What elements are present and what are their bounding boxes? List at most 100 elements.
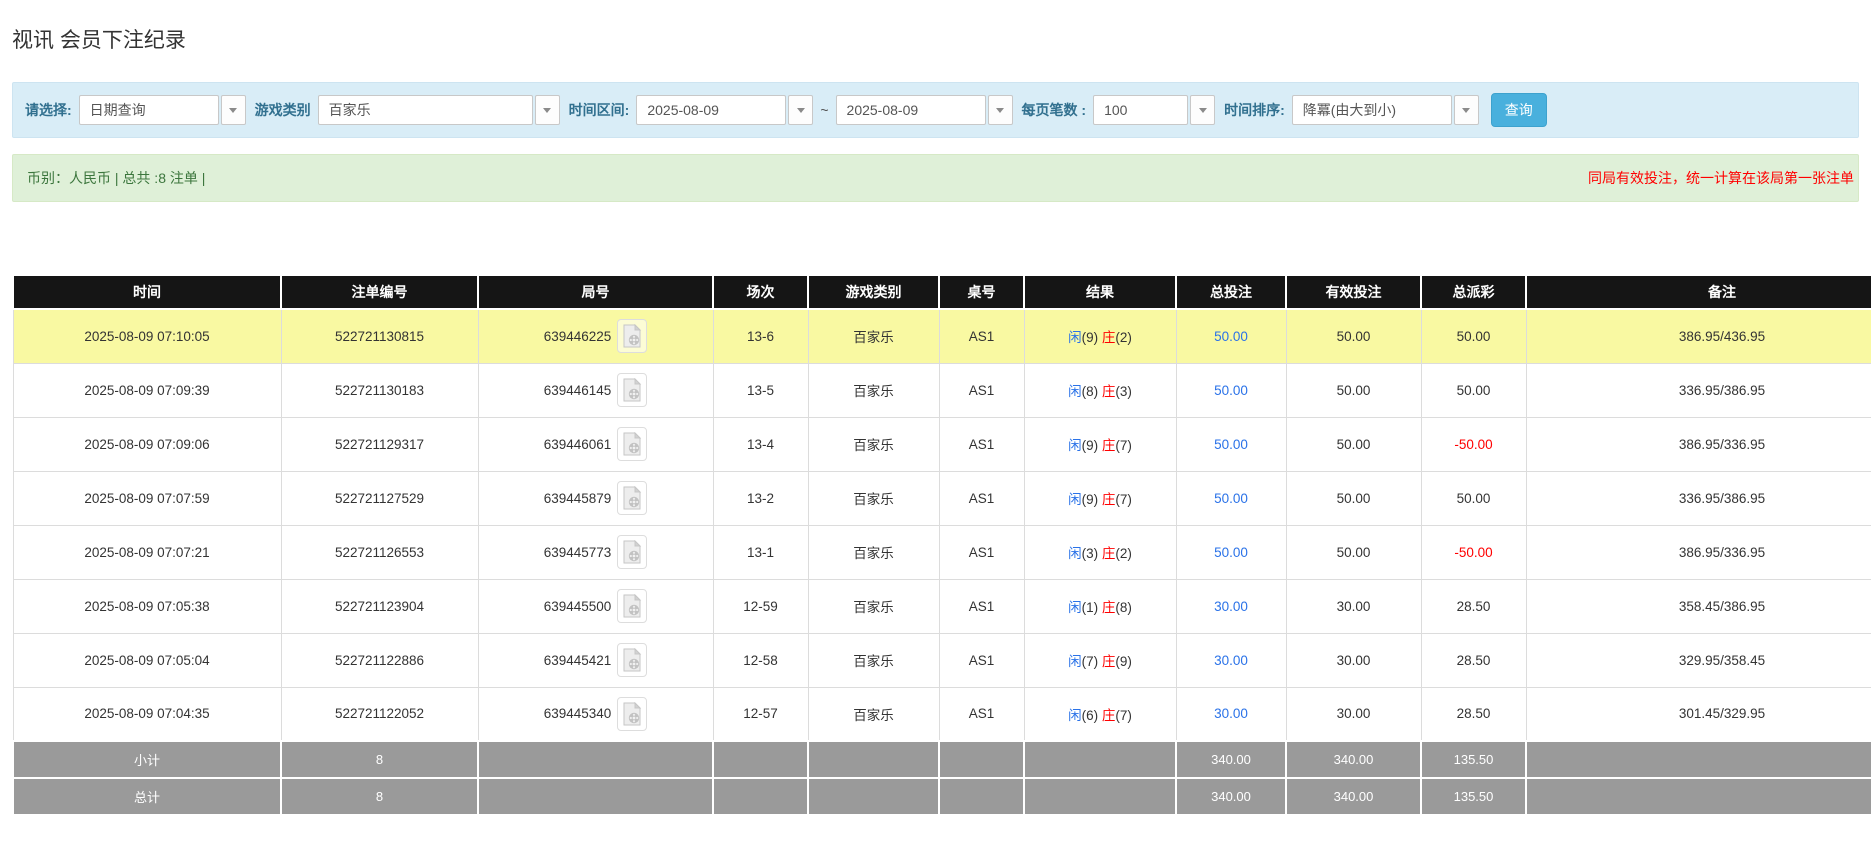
result-banker: 庄	[1101, 707, 1116, 723]
cell-table-no: AS1	[938, 362, 1025, 418]
date-from-select[interactable]: 2025-08-09	[636, 95, 814, 125]
cell-session: 13-4	[712, 416, 809, 472]
cell-result: 闲(3) 庄(2)	[1023, 524, 1177, 580]
cell-result: 闲(1) 庄(8)	[1023, 578, 1177, 634]
page-size-select[interactable]: 100	[1093, 95, 1216, 125]
total-bet-link[interactable]: 50.00	[1214, 329, 1248, 344]
page-size-value: 100	[1093, 95, 1189, 125]
cell-payout: -50.00	[1420, 524, 1527, 580]
date-range-label: 时间区间:	[568, 102, 630, 118]
cell-table-no: AS1	[938, 578, 1025, 634]
cell-session: 12-58	[712, 632, 809, 688]
result-player: 闲	[1068, 384, 1082, 399]
cell-payout: 50.00	[1420, 362, 1527, 418]
cell-total-bet[interactable]: 50.00	[1175, 362, 1287, 418]
cell-result: 闲(8) 庄(3)	[1023, 362, 1177, 418]
chevron-down-icon[interactable]	[1453, 95, 1479, 125]
cell-result: 闲(9) 庄(2)	[1023, 308, 1177, 364]
cell-total-bet[interactable]: 30.00	[1175, 632, 1287, 688]
cell-session: 13-6	[712, 308, 809, 364]
table-footer: 小计 8 340.00 340.00 135.50 总计 8 340.00 340.00 135.…	[12, 740, 1871, 816]
page-size-label: 每页笔数 :	[1021, 102, 1087, 118]
video-file-icon[interactable]	[617, 643, 648, 677]
date-to-select[interactable]: 2025-08-09	[835, 95, 1013, 125]
result-banker: 庄	[1101, 654, 1116, 669]
cell-time: 2025-08-09 07:09:06	[12, 416, 282, 472]
cell-round-id: 639445773	[477, 524, 714, 580]
video-file-icon[interactable]	[617, 535, 648, 569]
chevron-down-icon[interactable]	[788, 95, 814, 125]
query-type-value: 日期查询	[78, 95, 219, 125]
summary-total-bet: 340.00	[1175, 777, 1287, 816]
cell-remark: 386.95/436.95	[1525, 308, 1871, 364]
cell-result: 闲(9) 庄(7)	[1023, 470, 1177, 526]
column-header: 总投注	[1175, 274, 1287, 310]
cell-game-type: 百家乐	[807, 470, 940, 526]
cell-round-id: 639445421	[477, 632, 714, 688]
round-id: 639445879	[543, 490, 612, 506]
cell-time: 2025-08-09 07:09:39	[12, 362, 282, 418]
cell-round-id: 639446225	[477, 308, 714, 364]
cell-total-bet[interactable]: 30.00	[1175, 686, 1287, 742]
game-type-label: 游戏类别	[254, 102, 311, 118]
result-player: 闲	[1068, 546, 1082, 561]
summary-label: 小计	[12, 740, 282, 779]
time-sort-select[interactable]: 降冪(由大到小)	[1291, 95, 1479, 125]
total-bet-link[interactable]: 30.00	[1214, 599, 1248, 614]
video-file-icon[interactable]	[617, 319, 648, 354]
total-bet-link[interactable]: 50.00	[1214, 545, 1248, 560]
column-header: 桌号	[938, 274, 1025, 310]
filter-field-game-type: 游戏类别 百家乐	[255, 95, 560, 125]
cell-table-no: AS1	[938, 308, 1025, 364]
game-type-select[interactable]: 百家乐	[317, 95, 560, 125]
total-bet-link[interactable]: 30.00	[1214, 706, 1248, 721]
table-row: 2025-08-09 07:05:04 522721122886 639445421…	[12, 632, 1871, 688]
cell-valid-bet: 50.00	[1285, 362, 1422, 418]
chevron-down-icon[interactable]	[1190, 95, 1216, 125]
chevron-down-icon[interactable]	[220, 95, 246, 125]
cell-time: 2025-08-09 07:05:04	[12, 632, 282, 688]
filter-field-time-sort: 时间排序: 降冪(由大到小)	[1224, 95, 1479, 125]
time-sort-value: 降冪(由大到小)	[1291, 95, 1452, 125]
video-file-icon[interactable]	[617, 696, 648, 731]
cell-payout: 28.50	[1420, 578, 1527, 634]
cell-session: 13-1	[712, 524, 809, 580]
round-id: 639446061	[543, 436, 612, 452]
total-bet-link[interactable]: 50.00	[1214, 491, 1248, 506]
cell-session: 12-57	[712, 686, 809, 742]
cell-total-bet[interactable]: 30.00	[1175, 578, 1287, 634]
cell-bet-id: 522721122886	[280, 632, 479, 688]
summary-bar: 币别：人民币 | 总共 :8 注单 | 同局有效投注，统一计算在该局第一张注单	[12, 154, 1859, 202]
video-file-icon[interactable]	[617, 427, 648, 461]
game-type-value: 百家乐	[317, 95, 533, 125]
result-banker: 庄	[1101, 384, 1116, 399]
cell-bet-id: 522721123904	[280, 578, 479, 634]
total-bet-link[interactable]: 50.00	[1214, 437, 1248, 452]
summary-result	[1023, 740, 1177, 779]
cell-payout: 50.00	[1420, 308, 1527, 364]
video-file-icon[interactable]	[617, 481, 648, 515]
summary-game	[807, 740, 940, 779]
table-row: 2025-08-09 07:09:06 522721129317 639446061…	[12, 416, 1871, 472]
cell-remark: 386.95/336.95	[1525, 524, 1871, 580]
cell-bet-id: 522721129317	[280, 416, 479, 472]
video-file-icon[interactable]	[617, 589, 648, 623]
cell-round-id: 639445500	[477, 578, 714, 634]
search-button[interactable]: 查询	[1490, 93, 1547, 127]
cell-time: 2025-08-09 07:07:21	[12, 524, 282, 580]
filter-field-page-size: 每页笔数 : 100	[1022, 95, 1216, 125]
query-type-select[interactable]: 日期查询	[78, 95, 246, 125]
column-header: 游戏类别	[807, 274, 940, 310]
cell-total-bet[interactable]: 50.00	[1175, 470, 1287, 526]
cell-total-bet[interactable]: 50.00	[1175, 416, 1287, 472]
column-header: 场次	[712, 274, 809, 310]
total-bet-link[interactable]: 30.00	[1214, 653, 1248, 668]
cell-total-bet[interactable]: 50.00	[1175, 524, 1287, 580]
result-player: 闲	[1068, 707, 1082, 723]
cell-total-bet[interactable]: 50.00	[1175, 308, 1287, 364]
chevron-down-icon[interactable]	[987, 95, 1013, 125]
total-bet-link[interactable]: 50.00	[1214, 383, 1248, 398]
chevron-down-icon[interactable]	[534, 95, 560, 125]
video-file-icon[interactable]	[617, 373, 648, 407]
cell-round-id: 639445340	[477, 686, 714, 742]
